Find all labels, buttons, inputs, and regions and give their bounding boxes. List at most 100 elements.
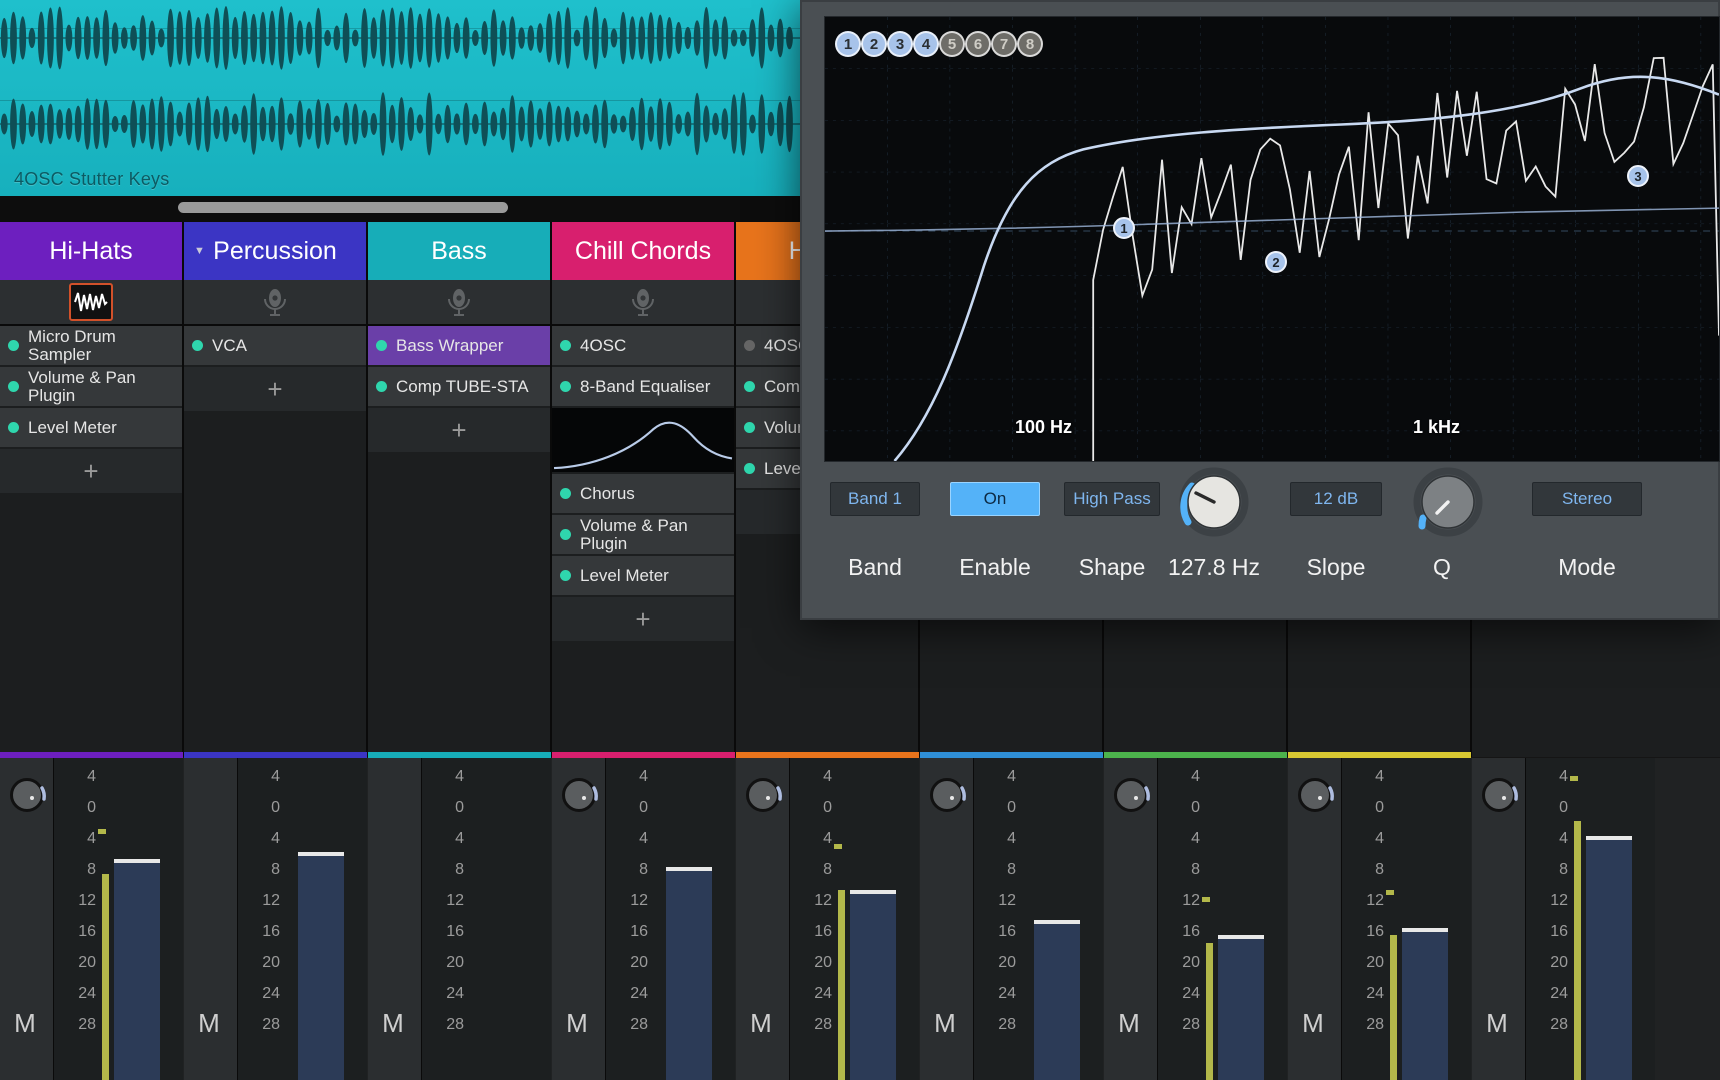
add-plugin-button[interactable]: + [368,408,550,452]
eq-curve-display[interactable] [825,17,1719,461]
eq-node-handle-1[interactable]: 1 [1113,217,1135,239]
track-input-row[interactable] [368,280,550,326]
track-header[interactable]: Chill Chords [552,222,734,280]
eq-band-selector-8[interactable]: 8 [1017,31,1043,57]
plugin-slot[interactable]: Micro Drum Sampler [0,326,182,367]
plugin-slot[interactable]: 4OSC [552,326,734,367]
mixer-channel-fader-area[interactable]: 40481216202428M [790,758,919,1080]
plugin-enable-indicator[interactable] [8,340,19,351]
track-column-bass[interactable]: Bass Bass WrapperComp TUBE-STA+ [368,222,552,757]
add-plugin-button[interactable]: + [0,449,182,493]
volume-fader[interactable] [1586,836,1632,1080]
mic-icon[interactable] [445,287,473,317]
track-input-row[interactable] [552,280,734,326]
plugin-slot[interactable]: 8-Band Equaliser [552,367,734,408]
plugin-enable-indicator[interactable] [560,488,571,499]
mic-icon[interactable] [629,287,657,317]
mixer-channel-fader-area[interactable]: 40481216202428M [422,758,551,1080]
plugin-enable-indicator[interactable] [376,381,387,392]
eq-slope-button[interactable]: 12 dB [1290,482,1382,516]
volume-fader[interactable] [1402,928,1448,1080]
plugin-enable-indicator[interactable] [560,529,571,540]
horizontal-scrollbar-thumb[interactable] [178,202,508,213]
mute-button[interactable]: M [1112,1006,1146,1040]
mute-button[interactable]: M [928,1006,962,1040]
eq-band-selector-3[interactable]: 3 [887,31,913,57]
mute-button[interactable]: M [744,1006,778,1040]
pan-knob[interactable] [10,778,44,812]
track-input-row[interactable] [0,280,182,326]
mute-button[interactable]: M [1480,1006,1514,1040]
eq-mode-button[interactable]: Stereo [1532,482,1642,516]
eq-band-selector-7[interactable]: 7 [991,31,1017,57]
mute-button[interactable]: M [1296,1006,1330,1040]
eq-enable-button[interactable]: On [950,482,1040,516]
plugin-slot[interactable]: Bass Wrapper [368,326,550,367]
eq-freq-knob[interactable] [1176,464,1252,540]
chevron-down-icon[interactable]: ▼ [194,245,205,257]
add-plugin-button[interactable]: + [184,367,366,411]
plugin-slot[interactable]: Comp TUBE-STA [368,367,550,408]
eq-band-selector-4[interactable]: 4 [913,31,939,57]
mute-button[interactable]: M [560,1006,594,1040]
volume-fader[interactable] [1218,935,1264,1080]
mute-button[interactable]: M [192,1006,226,1040]
pan-knob[interactable] [1298,778,1332,812]
track-header[interactable]: ▼Percussion [184,222,366,280]
pan-knob[interactable] [1482,778,1516,812]
pan-knob[interactable] [746,778,780,812]
track-column-chill-chords[interactable]: Chill Chords 4OSC8-Band Equaliser ChorusVo… [552,222,736,757]
mic-icon[interactable] [261,287,289,317]
waveform-icon[interactable] [69,283,113,321]
mixer-channel-fader-area[interactable]: 40481216202428M [1342,758,1471,1080]
eq-node-handle-3[interactable]: 3 [1627,165,1649,187]
mute-button[interactable]: M [376,1006,410,1040]
plugin-slot[interactable]: Volume & Pan Plugin [552,515,734,556]
eq-band-button[interactable]: Band 1 [830,482,920,516]
audio-clip[interactable]: 4OSC Stutter Keys [0,0,807,196]
plugin-enable-indicator[interactable] [744,381,755,392]
mixer-channel-fader-area[interactable]: 40481216202428M [238,758,367,1080]
eq-band-selector-5[interactable]: 5 [939,31,965,57]
plugin-enable-indicator[interactable] [8,381,19,392]
volume-fader[interactable] [114,859,160,1080]
plugin-slot[interactable]: Chorus [552,474,734,515]
plugin-enable-indicator[interactable] [744,340,755,351]
eq-node-handle-2[interactable]: 2 [1265,251,1287,273]
plugin-enable-indicator[interactable] [744,422,755,433]
track-input-row[interactable] [184,280,366,326]
volume-fader[interactable] [298,852,344,1080]
plugin-enable-indicator[interactable] [376,340,387,351]
volume-fader[interactable] [666,867,712,1080]
eq-band-selector-2[interactable]: 2 [861,31,887,57]
eq-band-selector-6[interactable]: 6 [965,31,991,57]
plugin-slot[interactable]: Level Meter [0,408,182,449]
mixer-channel-fader-area[interactable]: 40481216202428M [1158,758,1287,1080]
plugin-slot[interactable]: Level Meter [552,556,734,597]
volume-fader[interactable] [850,890,896,1080]
track-header[interactable]: Hi-Hats [0,222,182,280]
plugin-slot[interactable]: VCA [184,326,366,367]
plugin-enable-indicator[interactable] [560,381,571,392]
plugin-enable-indicator[interactable] [560,570,571,581]
eq-q-knob[interactable] [1410,464,1486,540]
pan-knob[interactable] [1114,778,1148,812]
eq-shape-button[interactable]: High Pass [1064,482,1160,516]
mixer-channel-fader-area[interactable]: 40481216202428M [54,758,183,1080]
pan-knob[interactable] [562,778,596,812]
pan-knob[interactable] [930,778,964,812]
track-column-percussion[interactable]: ▼Percussion VCA+ [184,222,368,757]
plugin-enable-indicator[interactable] [8,422,19,433]
eq-plugin-window[interactable]: 12345678 100 Hz 1 kHz 1 2 3 Band 1BandOn… [800,0,1720,620]
mute-button[interactable]: M [8,1006,42,1040]
eq-graph-panel[interactable]: 12345678 100 Hz 1 kHz 1 2 3 [824,16,1720,462]
plugin-enable-indicator[interactable] [560,340,571,351]
track-header[interactable]: Bass [368,222,550,280]
plugin-enable-indicator[interactable] [744,463,755,474]
mixer-channel-fader-area[interactable]: 40481216202428M [1526,758,1655,1080]
plugin-slot[interactable]: Volume & Pan Plugin [0,367,182,408]
mixer-channel-fader-area[interactable]: 40481216202428M [974,758,1103,1080]
mixer-channel-fader-area[interactable]: 40481216202428M [606,758,735,1080]
add-plugin-button[interactable]: + [552,597,734,641]
volume-fader[interactable] [1034,920,1080,1080]
